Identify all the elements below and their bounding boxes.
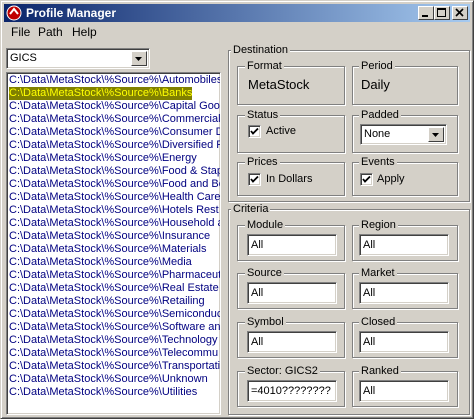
format-label: Format — [245, 60, 284, 72]
close-icon — [455, 8, 464, 17]
window-title: Profile Manager — [26, 6, 117, 20]
region-input[interactable]: All — [359, 234, 449, 256]
checkmark-icon — [250, 175, 259, 183]
list-item[interactable]: C:\Data\MetaStock\%Source%\Consumer D — [9, 126, 220, 139]
maximize-icon — [437, 8, 446, 17]
pane-splitter[interactable] — [223, 43, 227, 417]
padded-label: Padded — [359, 109, 401, 121]
menu-help[interactable]: Help — [72, 25, 97, 39]
source-input-value: All — [251, 287, 264, 299]
region-input-value: All — [363, 239, 376, 251]
ranked-input-value: All — [363, 385, 376, 397]
criteria-title: Criteria — [231, 203, 271, 215]
path-listbox[interactable]: C:\Data\MetaStock\%Source%\Automobiles C:… — [6, 72, 221, 415]
list-item[interactable]: C:\Data\MetaStock\%Source%\Hotels Rest — [9, 204, 219, 217]
sector-input-value: =4010???????? — [251, 385, 331, 397]
in-dollars-checkbox[interactable] — [248, 173, 261, 186]
ranked-label: Ranked — [359, 365, 401, 377]
list-item[interactable]: C:\Data\MetaStock\%Source%\Automobiles — [9, 74, 220, 87]
list-item[interactable]: C:\Data\MetaStock\%Source%\Utilities — [9, 386, 197, 399]
minimize-icon — [422, 15, 428, 17]
source-combo[interactable]: GICS — [6, 48, 150, 69]
list-item[interactable]: C:\Data\MetaStock\%Source%\Banks — [9, 87, 193, 100]
list-item[interactable]: C:\Data\MetaStock\%Source%\Retailing — [9, 295, 205, 308]
list-item[interactable]: C:\Data\MetaStock\%Source%\Commercial — [9, 113, 220, 126]
closed-label: Closed — [359, 316, 398, 328]
list-item[interactable]: C:\Data\MetaStock\%Source%\Unknown — [9, 373, 208, 386]
maximize-button[interactable] — [434, 6, 450, 20]
prices-label: Prices — [245, 156, 280, 168]
padded-combo[interactable]: None — [360, 124, 447, 145]
sector-input[interactable]: =4010???????? — [247, 380, 337, 402]
events-label: Events — [359, 156, 397, 168]
list-item[interactable]: C:\Data\MetaStock\%Source%\Transportati — [9, 360, 220, 373]
period-label: Period — [359, 60, 395, 72]
closed-input-value: All — [363, 336, 376, 348]
list-item[interactable]: C:\Data\MetaStock\%Source%\Telecommu — [9, 347, 218, 360]
apply-checkbox-label[interactable]: Apply — [377, 173, 405, 185]
padded-combo-dropdown-button[interactable] — [428, 127, 444, 142]
menu-bar: File Path Help — [4, 23, 470, 41]
sector-label: Sector: GICS2 — [245, 365, 320, 377]
list-item[interactable]: C:\Data\MetaStock\%Source%\Materials — [9, 243, 206, 256]
active-checkbox-label[interactable]: Active — [266, 125, 296, 137]
list-item[interactable]: C:\Data\MetaStock\%Source%\Technology — [9, 334, 218, 347]
checkmark-icon — [250, 127, 259, 135]
symbol-input-value: All — [251, 336, 264, 348]
region-label: Region — [359, 219, 398, 231]
symbol-input[interactable]: All — [247, 331, 337, 353]
market-input-value: All — [363, 287, 376, 299]
module-label: Module — [245, 219, 286, 231]
symbol-label: Symbol — [245, 316, 286, 328]
list-item[interactable]: C:\Data\MetaStock\%Source%\Household a — [9, 217, 220, 230]
list-item[interactable]: C:\Data\MetaStock\%Source%\Energy — [9, 152, 197, 165]
menu-path[interactable]: Path — [38, 25, 63, 39]
checkmark-icon — [362, 175, 371, 183]
module-input-value: All — [251, 239, 264, 251]
ranked-input[interactable]: All — [359, 380, 449, 402]
list-item[interactable]: C:\Data\MetaStock\%Source%\Media — [9, 256, 192, 269]
close-button[interactable] — [452, 6, 468, 20]
period-value: Daily — [361, 77, 390, 92]
list-item[interactable]: C:\Data\MetaStock\%Source%\Food & Stap — [9, 165, 220, 178]
list-item[interactable]: C:\Data\MetaStock\%Source%\Real Estate — [9, 282, 219, 295]
source-input[interactable]: All — [247, 282, 337, 304]
source-combo-value: GICS — [10, 52, 37, 64]
padded-combo-value: None — [364, 128, 391, 140]
list-item[interactable]: C:\Data\MetaStock\%Source%\Health Care — [9, 191, 220, 204]
profile-manager-window: Profile Manager File Path Help GICS C:\D… — [0, 0, 474, 419]
app-icon — [6, 5, 22, 21]
format-value: MetaStock — [248, 77, 310, 92]
menu-file[interactable]: File — [11, 25, 30, 39]
list-item[interactable]: C:\Data\MetaStock\%Source%\Diversified F — [9, 139, 220, 152]
chevron-down-icon — [135, 57, 142, 61]
source-combo-dropdown-button[interactable] — [131, 51, 147, 66]
list-item[interactable]: C:\Data\MetaStock\%Source%\Food and Be — [9, 178, 220, 191]
active-checkbox[interactable] — [248, 125, 261, 138]
list-item[interactable]: C:\Data\MetaStock\%Source%\Semiconduc — [9, 308, 220, 321]
title-bar[interactable]: Profile Manager — [4, 4, 470, 22]
market-input[interactable]: All — [359, 282, 449, 304]
list-item[interactable]: C:\Data\MetaStock\%Source%\Software an — [9, 321, 220, 334]
destination-title: Destination — [231, 44, 291, 56]
list-item[interactable]: C:\Data\MetaStock\%Source%\Capital Good — [9, 100, 220, 113]
closed-input[interactable]: All — [359, 331, 449, 353]
source-label: Source — [245, 267, 284, 279]
chevron-down-icon — [432, 133, 439, 137]
module-input[interactable]: All — [247, 234, 337, 256]
in-dollars-checkbox-label[interactable]: In Dollars — [266, 173, 312, 185]
list-item[interactable]: C:\Data\MetaStock\%Source%\Pharmaceut — [9, 269, 220, 282]
list-item[interactable]: C:\Data\MetaStock\%Source%\Insurance — [9, 230, 210, 243]
apply-checkbox[interactable] — [360, 173, 373, 186]
minimize-button[interactable] — [418, 6, 434, 20]
market-label: Market — [359, 267, 397, 279]
status-label: Status — [245, 109, 281, 121]
